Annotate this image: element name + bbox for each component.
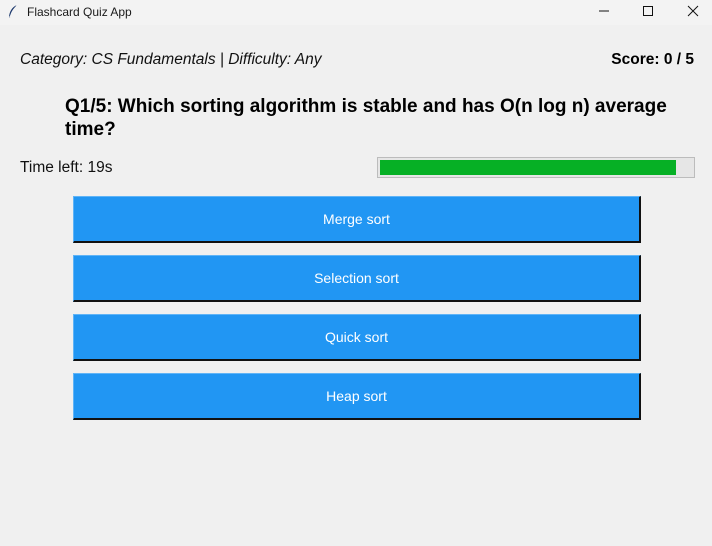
answer-list: Merge sort Selection sort Quick sort Hea… — [73, 196, 641, 432]
close-icon — [687, 4, 699, 22]
timer-progress-fill — [380, 160, 677, 175]
feather-icon — [6, 4, 20, 20]
answer-label: Quick sort — [324, 329, 388, 345]
minimize-button[interactable] — [581, 0, 627, 25]
answer-button-selection-sort[interactable]: Selection sort — [73, 255, 641, 302]
score-label: Score: 0 / 5 — [611, 51, 694, 68]
window-title: Flashcard Quiz App — [27, 5, 132, 19]
answer-button-quick-sort[interactable]: Quick sort — [73, 314, 641, 361]
timer-progress-bar — [377, 157, 695, 178]
answer-button-heap-sort[interactable]: Heap sort — [73, 373, 641, 420]
close-button[interactable] — [670, 0, 712, 25]
app-window: Flashcard Quiz App Category: CS Fundamen… — [0, 0, 712, 546]
maximize-icon — [642, 4, 654, 22]
timer-label: Time left: 19s — [20, 159, 113, 176]
maximize-button[interactable] — [625, 0, 671, 25]
answer-button-merge-sort[interactable]: Merge sort — [73, 196, 641, 243]
question-text: Q1/5: Which sorting algorithm is stable … — [65, 96, 667, 140]
answer-label: Selection sort — [314, 270, 399, 286]
answer-label: Heap sort — [326, 388, 387, 404]
minimize-icon — [598, 4, 610, 22]
category-label: Category: CS Fundamentals | Difficulty: … — [20, 51, 322, 68]
title-bar[interactable]: Flashcard Quiz App — [0, 0, 712, 25]
answer-label: Merge sort — [323, 211, 390, 227]
